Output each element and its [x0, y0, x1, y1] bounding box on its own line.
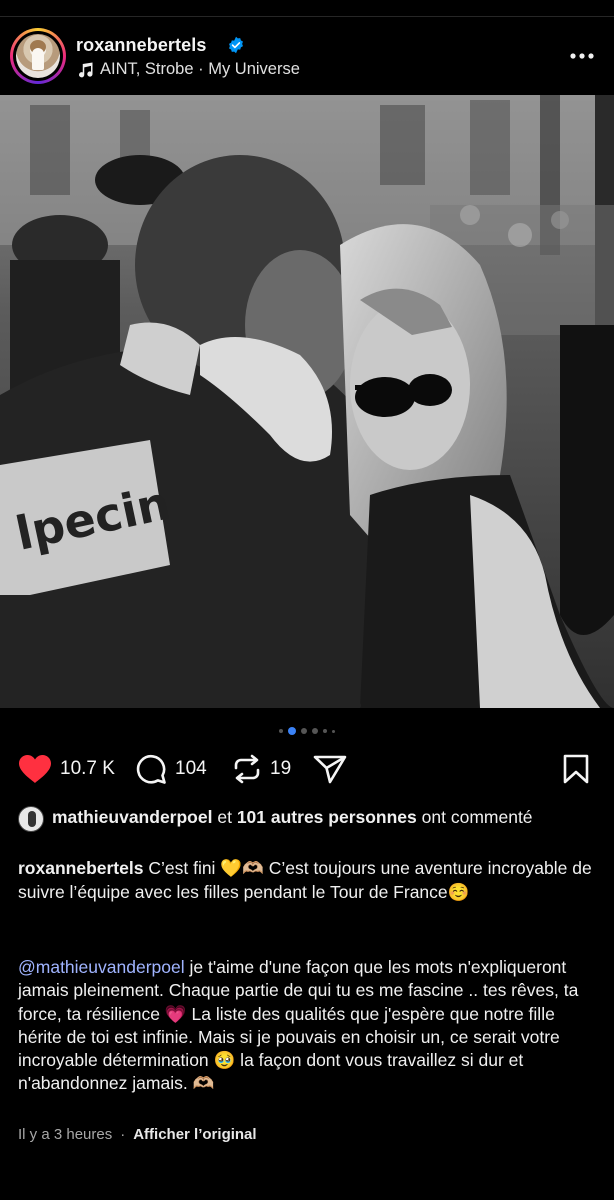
commenter-username[interactable]: mathieuvanderpoel	[52, 807, 212, 827]
others-count[interactable]: 101 autres personnes	[237, 807, 417, 827]
comment-button[interactable]: 104	[135, 748, 207, 790]
show-original-link[interactable]: Afficher l’original	[133, 1126, 256, 1143]
send-icon	[313, 755, 347, 784]
carousel-indicator	[0, 725, 614, 737]
carousel-dot	[312, 728, 318, 734]
post-meta: Il y a 3 heures · Afficher l’original	[18, 1126, 257, 1143]
like-count[interactable]: 10.7 K	[60, 758, 115, 780]
comment-count[interactable]: 104	[175, 758, 207, 780]
repost-icon	[234, 754, 260, 784]
share-button[interactable]	[313, 748, 347, 790]
action-bar: 10.7 K 104 19	[0, 748, 614, 790]
commented-by-text: mathieuvanderpoel et 101 autres personne…	[52, 806, 592, 829]
music-attribution[interactable]: AINT, Strobe · My Universe	[76, 60, 300, 79]
username[interactable]: roxannebertels	[76, 35, 206, 56]
more-options-icon[interactable]	[567, 46, 597, 66]
top-divider	[0, 16, 614, 17]
caption-continued: @mathieuvanderpoel je t'aime d'une façon…	[18, 956, 603, 1096]
carousel-dot	[332, 729, 335, 733]
avatar[interactable]	[16, 34, 60, 78]
music-note-icon	[79, 62, 93, 77]
mention-link[interactable]: @mathieuvanderpoel	[18, 957, 185, 977]
repost-button[interactable]: 19	[232, 748, 291, 790]
story-ring[interactable]	[10, 28, 66, 84]
post-media[interactable]: lpecin	[0, 95, 614, 708]
music-label: AINT, Strobe · My Universe	[100, 60, 300, 78]
meta-separator: ·	[120, 1126, 126, 1143]
carousel-dot	[301, 728, 307, 734]
carousel-dot-active	[288, 727, 296, 735]
caption: roxannebertels C’est fini 💛🫶🏼 C’est touj…	[18, 856, 598, 904]
like-button[interactable]: 10.7 K	[18, 748, 115, 790]
caption-author[interactable]: roxannebertels	[18, 858, 143, 878]
repost-count[interactable]: 19	[270, 758, 291, 780]
timestamp: Il y a 3 heures	[18, 1126, 113, 1143]
comment-bubble-icon	[136, 754, 166, 784]
heart-filled-icon	[19, 755, 51, 783]
caption-text-2: je t'aime d'une façon que les mots n'exp…	[18, 957, 579, 1094]
post-header: roxannebertels AINT, Strobe · My Univers…	[0, 28, 614, 84]
commented-suffix: ont commenté	[421, 807, 533, 827]
save-button[interactable]	[562, 748, 590, 790]
commenter-avatar[interactable]	[18, 806, 44, 832]
bookmark-icon	[563, 754, 589, 784]
post-photo: lpecin	[0, 95, 614, 708]
carousel-dot	[323, 729, 327, 733]
verified-badge-icon	[229, 36, 243, 54]
connector-text: et	[217, 807, 232, 827]
carousel-dot	[279, 729, 283, 733]
